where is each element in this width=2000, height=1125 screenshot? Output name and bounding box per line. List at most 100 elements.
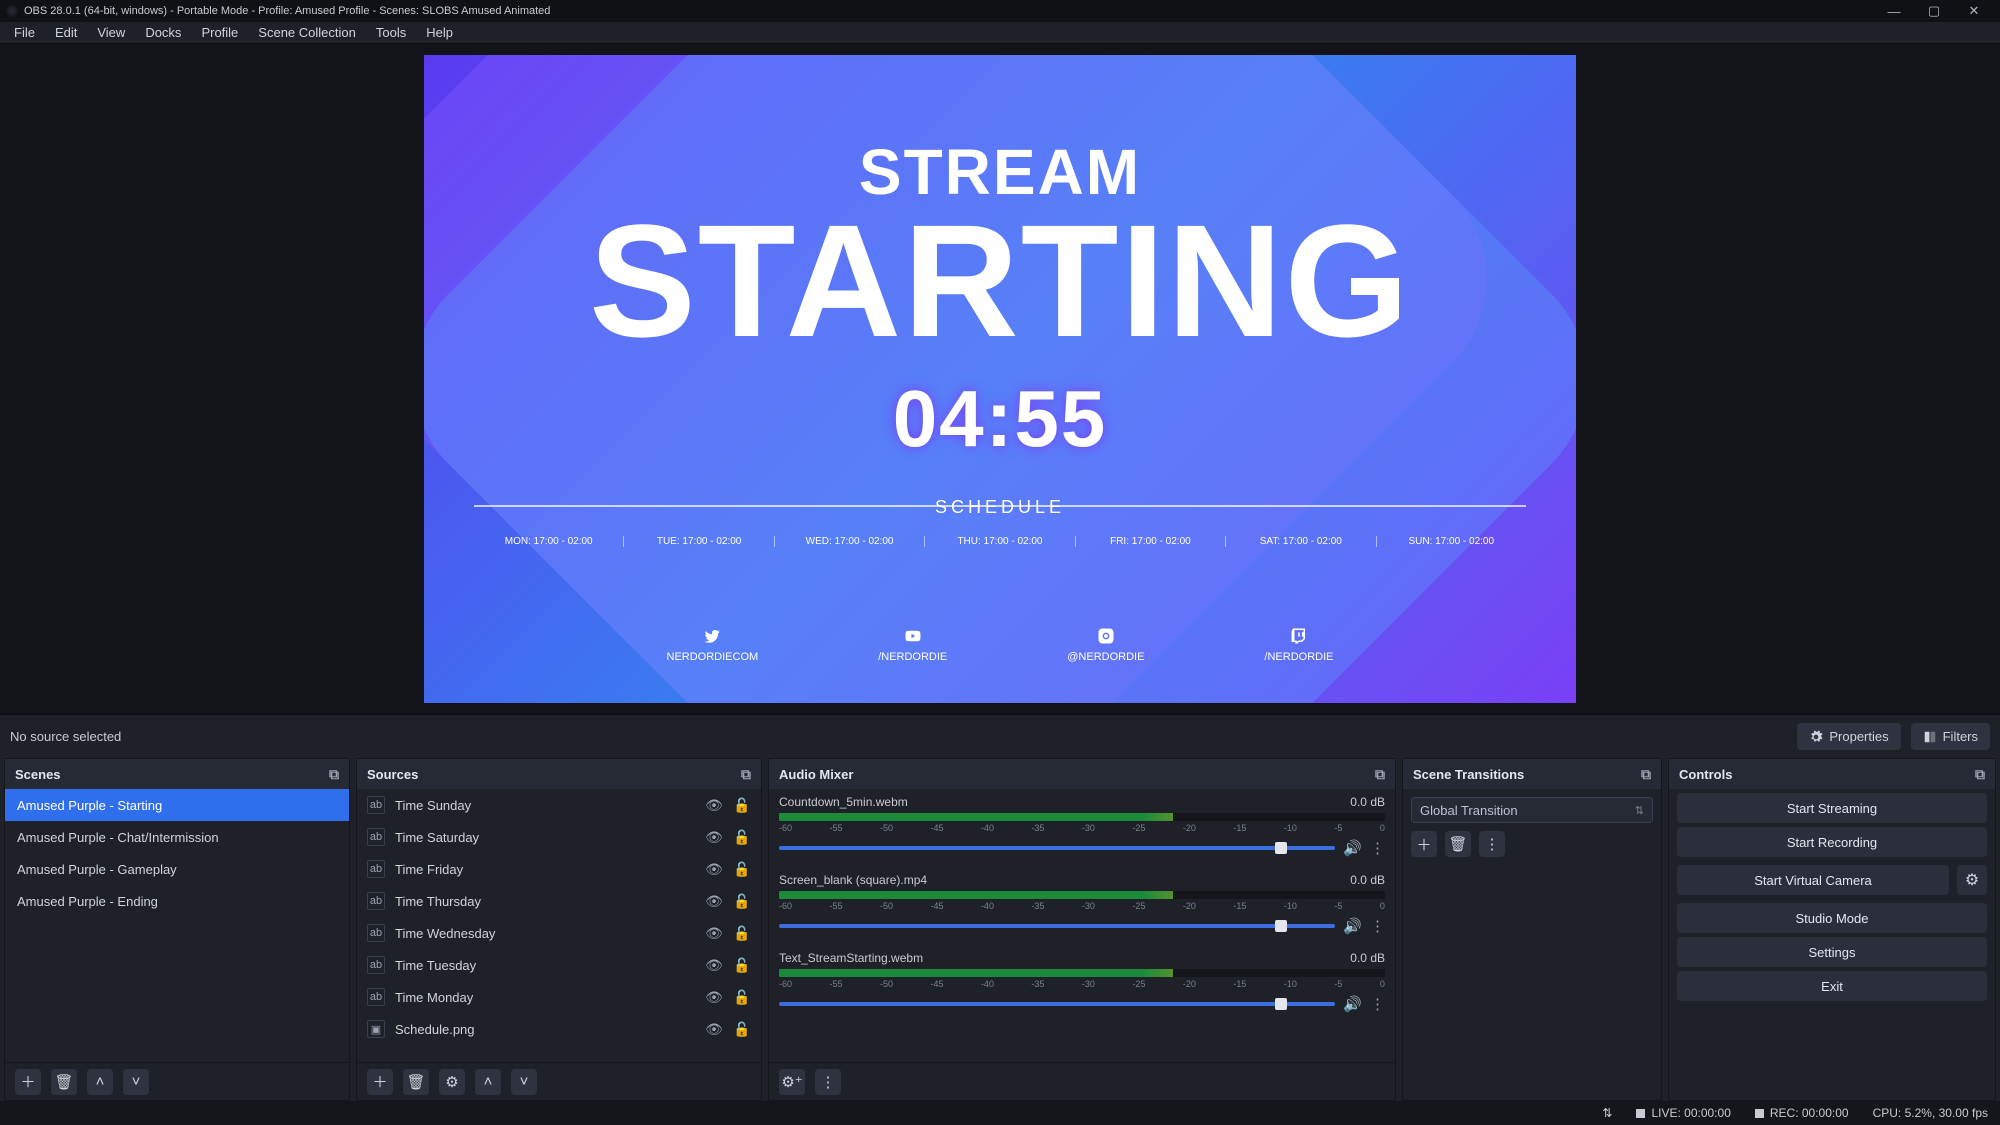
source-item[interactable]: abTime Monday👁🔓	[357, 981, 761, 1013]
visibility-toggle[interactable]: 👁	[705, 957, 723, 974]
add-scene-button[interactable]: ＋	[15, 1069, 41, 1095]
speaker-icon[interactable]: 🔊	[1343, 995, 1362, 1013]
transition-select[interactable]: Global Transition ⇅	[1411, 797, 1653, 823]
controls-panel: Controls ⧉ Start StreamingStart Recordin…	[1668, 758, 1996, 1101]
filters-button[interactable]: Filters	[1911, 723, 1990, 750]
source-item[interactable]: abTime Saturday👁🔓	[357, 821, 761, 853]
remove-scene-button[interactable]: 🗑	[51, 1069, 77, 1095]
status-rec: REC: 00:00:00	[1770, 1106, 1849, 1120]
menubar: FileEditViewDocksProfileScene Collection…	[0, 22, 2000, 44]
gear-icon	[1809, 730, 1823, 744]
popout-icon[interactable]: ⧉	[329, 766, 339, 783]
source-item[interactable]: abTime Wednesday👁🔓	[357, 917, 761, 949]
source-type-icon: ab	[367, 988, 385, 1006]
transitions-panel: Scene Transitions ⧉ Global Transition ⇅ …	[1402, 758, 1662, 1101]
transitions-title: Scene Transitions	[1413, 767, 1524, 782]
source-item[interactable]: abTime Tuesday👁🔓	[357, 949, 761, 981]
twitch-icon	[1290, 627, 1308, 645]
control-start-virtual-camera[interactable]: Start Virtual Camera	[1677, 865, 1949, 895]
menu-tools[interactable]: Tools	[366, 23, 416, 42]
menu-help[interactable]: Help	[416, 23, 463, 42]
source-item[interactable]: ab Time Thursday 👁 🔓	[357, 885, 761, 917]
source-name: Time Friday	[395, 862, 695, 877]
channel-menu-button[interactable]: ⋮	[1370, 917, 1385, 935]
source-type-icon: ab	[367, 892, 385, 910]
popout-icon[interactable]: ⧉	[1641, 766, 1651, 783]
source-settings-button[interactable]: ⚙	[439, 1069, 465, 1095]
visibility-toggle[interactable]: 👁	[705, 989, 723, 1006]
lock-toggle[interactable]: 🔓	[733, 829, 751, 846]
scenes-list[interactable]: Amused Purple - StartingAmused Purple - …	[5, 789, 349, 1062]
source-up-button[interactable]: ˄	[475, 1069, 501, 1095]
menu-view[interactable]: View	[87, 23, 135, 42]
preview-area[interactable]: STREAM STARTING 04:55 SCHEDULE MON: 17:0…	[0, 44, 2000, 714]
transition-menu-button[interactable]: ⋮	[1479, 831, 1505, 857]
virtual-camera-settings-button[interactable]: ⚙	[1957, 865, 1987, 895]
popout-icon[interactable]: ⧉	[1975, 766, 1985, 783]
control-exit[interactable]: Exit	[1677, 971, 1987, 1001]
source-down-button[interactable]: ˅	[511, 1069, 537, 1095]
add-source-button[interactable]: ＋	[367, 1069, 393, 1095]
remove-source-button[interactable]: 🗑	[403, 1069, 429, 1095]
visibility-toggle[interactable]: 👁	[705, 893, 723, 910]
scene-up-button[interactable]: ˄	[87, 1069, 113, 1095]
source-item[interactable]: abTime Friday👁🔓	[357, 853, 761, 885]
sources-list[interactable]: abTime Sunday👁🔓abTime Saturday👁🔓abTime F…	[357, 789, 761, 1062]
source-item[interactable]: ▣Schedule.png👁🔓	[357, 1013, 761, 1045]
speaker-icon[interactable]: 🔊	[1343, 839, 1362, 857]
mixer-advanced-button[interactable]: ⚙⁺	[779, 1069, 805, 1095]
volume-slider[interactable]	[779, 924, 1335, 928]
properties-button[interactable]: Properties	[1797, 723, 1900, 750]
visibility-toggle[interactable]: 👁	[705, 1021, 723, 1038]
speaker-icon[interactable]: 🔊	[1343, 917, 1362, 935]
volume-slider[interactable]	[779, 846, 1335, 850]
mixer-source-name: Screen_blank (square).mp4	[779, 873, 927, 887]
lock-toggle[interactable]: 🔓	[733, 1021, 751, 1038]
volume-slider[interactable]	[779, 1002, 1335, 1006]
menu-profile[interactable]: Profile	[191, 23, 248, 42]
visibility-toggle[interactable]: 👁	[705, 925, 723, 942]
lock-toggle[interactable]: 🔓	[733, 957, 751, 974]
menu-file[interactable]: File	[4, 23, 45, 42]
mixer-menu-button[interactable]: ⋮	[815, 1069, 841, 1095]
menu-docks[interactable]: Docks	[135, 23, 191, 42]
source-name: Time Thursday	[395, 894, 695, 909]
menu-scene-collection[interactable]: Scene Collection	[248, 23, 366, 42]
lock-toggle[interactable]: 🔓	[733, 989, 751, 1006]
status-cpu: CPU: 5.2%, 30.00 fps	[1873, 1106, 1988, 1120]
preview-timer: 04:55	[424, 373, 1576, 465]
lock-toggle[interactable]: 🔓	[733, 893, 751, 910]
popout-icon[interactable]: ⧉	[1375, 766, 1385, 783]
mixer-channel: Screen_blank (square).mp40.0 dB-60-55-50…	[769, 867, 1395, 945]
scene-item[interactable]: Amused Purple - Starting	[5, 789, 349, 821]
visibility-toggle[interactable]: 👁	[705, 861, 723, 878]
social-twitch: /NERDORDIE	[1264, 627, 1333, 663]
visibility-toggle[interactable]: 👁	[705, 829, 723, 846]
scene-down-button[interactable]: ˅	[123, 1069, 149, 1095]
minimize-button[interactable]: —	[1874, 0, 1914, 22]
menu-edit[interactable]: Edit	[45, 23, 87, 42]
control-settings[interactable]: Settings	[1677, 937, 1987, 967]
source-type-icon: ab	[367, 796, 385, 814]
remove-transition-button[interactable]: 🗑	[1445, 831, 1471, 857]
visibility-toggle[interactable]: 👁	[705, 797, 723, 814]
channel-menu-button[interactable]: ⋮	[1370, 995, 1385, 1013]
close-button[interactable]: ✕	[1954, 0, 1994, 22]
lock-toggle[interactable]: 🔓	[733, 861, 751, 878]
channel-menu-button[interactable]: ⋮	[1370, 839, 1385, 857]
popout-icon[interactable]: ⧉	[741, 766, 751, 783]
lock-toggle[interactable]: 🔓	[733, 797, 751, 814]
control-start-recording[interactable]: Start Recording	[1677, 827, 1987, 857]
scene-item[interactable]: Amused Purple - Ending	[5, 885, 349, 917]
control-studio-mode[interactable]: Studio Mode	[1677, 903, 1987, 933]
filters-label: Filters	[1943, 729, 1978, 744]
scene-item[interactable]: Amused Purple - Gameplay	[5, 853, 349, 885]
source-name: Time Wednesday	[395, 926, 695, 941]
control-start-streaming[interactable]: Start Streaming	[1677, 793, 1987, 823]
properties-label: Properties	[1829, 729, 1888, 744]
add-transition-button[interactable]: ＋	[1411, 831, 1437, 857]
source-item[interactable]: abTime Sunday👁🔓	[357, 789, 761, 821]
maximize-button[interactable]: ▢	[1914, 0, 1954, 22]
lock-toggle[interactable]: 🔓	[733, 925, 751, 942]
scene-item[interactable]: Amused Purple - Chat/Intermission	[5, 821, 349, 853]
